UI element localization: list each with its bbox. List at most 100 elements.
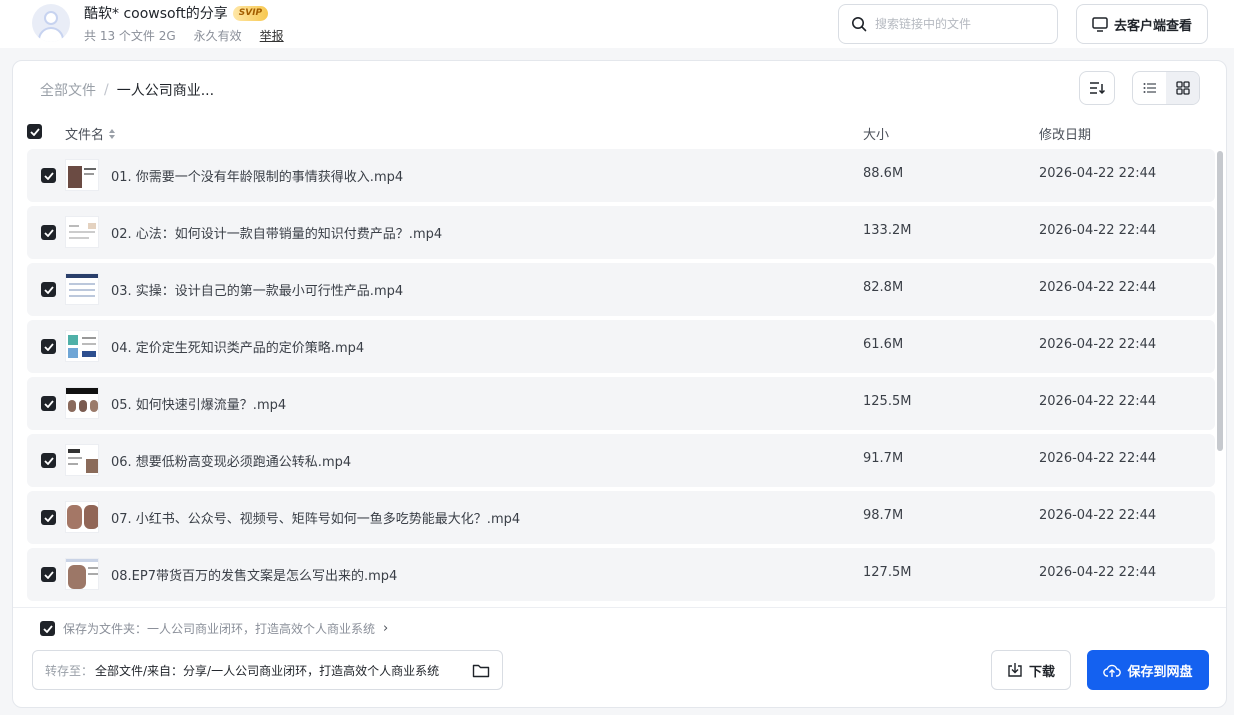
folder-icon[interactable] [472,663,490,678]
sort-icon [1090,82,1105,95]
table-row[interactable]: 07. 小红书、公众号、视频号、矩阵号如何一鱼多吃势能最大化？.mp4 98.7… [27,491,1215,544]
video-thumbnail [65,273,99,305]
file-date: 2026-04-22 22:44 [1039,280,1157,295]
video-thumbnail [65,387,99,419]
file-date: 2026-04-22 22:44 [1039,508,1157,523]
breadcrumb-current: 一人公司商业... [116,83,215,99]
file-date: 2026-04-22 22:44 [1039,166,1157,181]
share-meta: 共 13 个文件 2G 永久有效 举报 [84,27,284,44]
open-client-button[interactable]: 去客户端查看 [1076,4,1208,44]
save-to-drive-button[interactable]: 保存到网盘 [1087,650,1209,690]
check-icon [43,513,54,522]
table-row[interactable]: 08.EP7带货百万的发售文案是怎么写出来的.mp4 127.5M 2026-0… [27,548,1215,601]
avatar [32,4,70,42]
file-size: 127.5M [863,565,912,580]
file-name: 04. 定价定生死知识类产品的定价策略.mp4 [111,341,365,356]
search-input[interactable] [875,17,1045,31]
check-icon [43,285,54,294]
file-date: 2026-04-22 22:44 [1039,394,1157,409]
row-checkbox[interactable] [41,510,56,525]
breadcrumb: 全部文件 / 一人公司商业... [40,80,214,100]
row-checkbox[interactable] [41,339,56,354]
save-to-drive-label: 保存到网盘 [1127,664,1193,680]
file-size: 88.6M [863,166,904,181]
table-row[interactable]: 06. 想要低粉高变现必须跑通公转私.mp4 91.7M 2026-04-22 … [27,434,1215,487]
file-list: 01. 你需要一个没有年龄限制的事情获得收入.mp4 88.6M 2026-04… [27,149,1215,607]
footer-divider [13,607,1226,608]
save-as-folder-option[interactable]: 保存为文件夹：一人公司商业闭环，打造高效个人商业系统 › [40,620,388,637]
check-icon [43,456,54,465]
open-client-label: 去客户端查看 [1113,18,1192,34]
video-thumbnail [65,558,99,590]
view-toggle [1132,71,1200,105]
share-title: 酷软* coowsoft的分享 [84,6,228,22]
share-title-row: 酷软* coowsoft的分享 SVIP [84,3,269,23]
list-icon [1143,83,1156,93]
table-row[interactable]: 04. 定价定生死知识类产品的定价策略.mp4 61.6M 2026-04-22… [27,320,1215,373]
file-size: 125.5M [863,394,912,409]
file-name: 05. 如何快速引爆流量？.mp4 [111,398,287,413]
column-name-label: 文件名 [65,128,105,143]
destination-path: 全部文件/来自：分享/一人公司商业闭环，打造高效个人商业系统 [95,663,440,678]
sort-arrows-icon [109,128,116,139]
row-checkbox[interactable] [41,453,56,468]
check-icon [43,171,54,180]
file-name: 02. 心法：如何设计一款自带销量的知识付费产品？.mp4 [111,227,443,242]
search-box[interactable] [838,4,1058,44]
save-as-folder-checkbox[interactable] [40,621,55,636]
file-panel: 全部文件 / 一人公司商业... 文件名 大小 修改日期 01. 你需要一个没有… [12,60,1227,708]
table-row[interactable]: 02. 心法：如何设计一款自带销量的知识付费产品？.mp4 133.2M 202… [27,206,1215,259]
select-all-checkbox[interactable] [27,124,42,139]
download-button[interactable]: 下载 [991,650,1071,690]
row-checkbox[interactable] [41,567,56,582]
file-name: 01. 你需要一个没有年龄限制的事情获得收入.mp4 [111,170,404,185]
row-checkbox[interactable] [41,168,56,183]
file-name: 08.EP7带货百万的发售文案是怎么写出来的.mp4 [111,569,398,584]
check-icon [42,624,53,633]
save-as-folder-label: 保存为文件夹：一人公司商业闭环，打造高效个人商业系统 [63,622,376,636]
share-header: 酷软* coowsoft的分享 SVIP 共 13 个文件 2G 永久有效 举报… [0,0,1234,48]
grid-icon [1175,81,1190,95]
column-size[interactable]: 大小 [863,124,889,143]
grid-view-button[interactable] [1166,72,1199,104]
download-label: 下载 [1028,664,1055,680]
download-icon [1008,663,1022,677]
destination-field[interactable]: 转存至： 全部文件/来自：分享/一人公司商业闭环，打造高效个人商业系统 [32,650,503,690]
row-checkbox[interactable] [41,396,56,411]
validity: 永久有效 [193,29,242,43]
column-name[interactable]: 文件名 [65,124,116,143]
report-link[interactable]: 举报 [260,27,284,44]
check-icon [43,399,54,408]
table-row[interactable]: 05. 如何快速引爆流量？.mp4 125.5M 2026-04-22 22:4… [27,377,1215,430]
file-count: 共 13 个文件 2G [84,29,176,43]
row-checkbox[interactable] [41,282,56,297]
breadcrumb-root[interactable]: 全部文件 [40,80,96,100]
video-thumbnail [65,501,99,533]
table-row[interactable]: 01. 你需要一个没有年龄限制的事情获得收入.mp4 88.6M 2026-04… [27,149,1215,202]
check-icon [29,127,40,136]
table-row[interactable]: 03. 实操：设计自己的第一款最小可行性产品.mp4 82.8M 2026-04… [27,263,1215,316]
file-size: 61.6M [863,337,904,352]
row-checkbox[interactable] [41,225,56,240]
file-size: 82.8M [863,280,904,295]
sort-button[interactable] [1079,71,1115,105]
file-date: 2026-04-22 22:44 [1039,451,1157,466]
column-date[interactable]: 修改日期 [1039,124,1091,143]
check-icon [43,342,54,351]
file-date: 2026-04-22 22:44 [1039,223,1157,238]
scrollbar-thumb[interactable] [1217,151,1223,451]
file-date: 2026-04-22 22:44 [1039,337,1157,352]
file-size: 133.2M [863,223,912,238]
video-thumbnail [65,216,99,248]
file-name: 07. 小红书、公众号、视频号、矩阵号如何一鱼多吃势能最大化？.mp4 [111,512,521,527]
breadcrumb-separator: / [104,82,109,98]
list-view-button[interactable] [1133,72,1166,104]
file-date: 2026-04-22 22:44 [1039,565,1157,580]
check-icon [43,228,54,237]
table-header: 文件名 大小 修改日期 [27,120,1215,146]
video-thumbnail [65,330,99,362]
file-size: 91.7M [863,451,904,466]
file-name: 06. 想要低粉高变现必须跑通公转私.mp4 [111,455,352,470]
video-thumbnail [65,159,99,191]
chevron-right-icon: › [383,621,389,636]
